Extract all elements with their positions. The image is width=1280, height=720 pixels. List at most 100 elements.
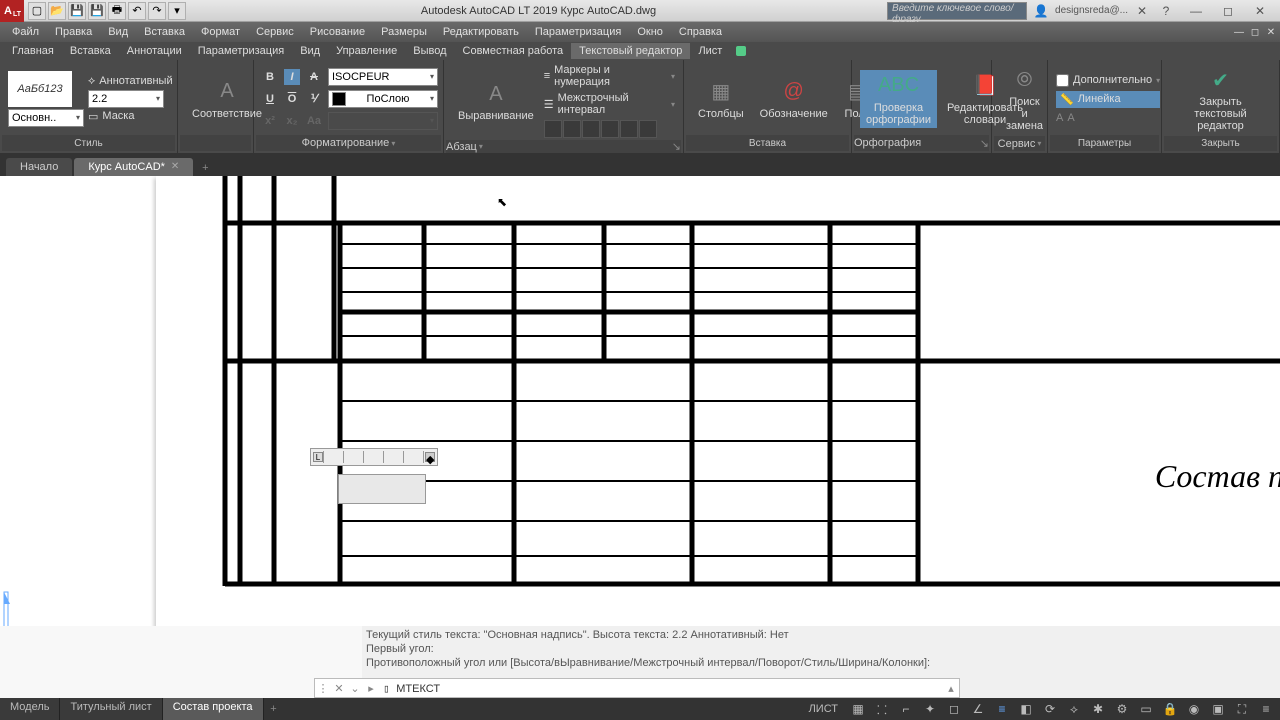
gear-icon[interactable]: ⚙: [1112, 700, 1132, 718]
cleanscreen-icon[interactable]: ⛶: [1232, 700, 1252, 718]
font-a-button[interactable]: A: [306, 69, 322, 85]
tab-addon-icon[interactable]: [736, 46, 746, 56]
annovis-icon[interactable]: ✱: [1088, 700, 1108, 718]
columns-button[interactable]: ▦Столбцы: [692, 76, 750, 122]
oblique-combo[interactable]: ▾: [328, 112, 438, 130]
linespacing-button[interactable]: ☰Межстрочный интервал▾: [544, 92, 675, 116]
tab-view[interactable]: Вид: [292, 43, 328, 59]
annotative-toggle[interactable]: ⟡Аннотативный: [88, 75, 173, 88]
tab-manage[interactable]: Управление: [328, 43, 405, 59]
hardware-icon[interactable]: ▣: [1208, 700, 1228, 718]
bullets-button[interactable]: ≡Маркеры и нумерация▾: [544, 64, 675, 88]
underline-button[interactable]: U: [262, 91, 278, 107]
tab-param[interactable]: Параметризация: [190, 43, 292, 59]
menu-edit[interactable]: Правка: [47, 24, 100, 40]
cmd-handle-icon[interactable]: ⋮: [315, 680, 331, 696]
doc-close-button[interactable]: ✕: [1264, 25, 1278, 39]
tab-output[interactable]: Вывод: [405, 43, 454, 59]
cmd-close-icon[interactable]: ✕: [331, 680, 347, 696]
file-tab-add-button[interactable]: +: [195, 160, 215, 176]
scale-icon[interactable]: ▭: [1136, 700, 1156, 718]
menu-format[interactable]: Формат: [193, 24, 248, 40]
layout-tab-composition[interactable]: Состав проекта: [163, 698, 264, 720]
minimize-button[interactable]: —: [1186, 3, 1206, 19]
app-logo[interactable]: ALT: [0, 0, 24, 22]
annoscale-icon[interactable]: ⟡: [1064, 700, 1084, 718]
tab-texteditor[interactable]: Текстовый редактор: [571, 43, 690, 59]
otrack-icon[interactable]: ∠: [968, 700, 988, 718]
command-line[interactable]: ⋮ ✕ ⌄ ▸ ▯ МТЕКСТ ▴: [314, 678, 960, 698]
doc-max-button[interactable]: ◻: [1248, 25, 1262, 39]
custom-icon[interactable]: ≡: [1256, 700, 1276, 718]
grid-icon[interactable]: ▦: [848, 700, 868, 718]
user-label[interactable]: designsreda@...: [1055, 5, 1128, 16]
spellcheck-button[interactable]: ABCПроверка орфографии: [860, 70, 937, 128]
align-full-button[interactable]: [639, 120, 657, 138]
isolate-icon[interactable]: ◉: [1184, 700, 1204, 718]
find-button[interactable]: ⦾Поиск и замена: [1000, 64, 1049, 134]
mtext-ruler[interactable]: L ◆: [310, 448, 438, 466]
panel-format-title[interactable]: Форматирование ▾: [256, 135, 441, 151]
cycling-icon[interactable]: ⟳: [1040, 700, 1060, 718]
help-icon[interactable]: ?: [1156, 3, 1176, 19]
menu-view[interactable]: Вид: [100, 24, 136, 40]
align-dist-button[interactable]: [620, 120, 638, 138]
qat-save-icon[interactable]: 💾: [68, 2, 86, 20]
layout-add-button[interactable]: +: [264, 698, 284, 720]
doc-min-button[interactable]: —: [1232, 25, 1246, 39]
qat-undo-icon[interactable]: ↶: [128, 2, 146, 20]
qat-open-icon[interactable]: 📂: [48, 2, 66, 20]
tab-home[interactable]: Главная: [4, 43, 62, 59]
menu-draw[interactable]: Рисование: [302, 24, 373, 40]
file-tab-start[interactable]: Начало: [6, 158, 72, 176]
cmd-input[interactable]: ▯ МТЕКСТ: [379, 682, 943, 695]
case-button[interactable]: Aa: [306, 113, 322, 129]
ortho-icon[interactable]: ⌐: [896, 700, 916, 718]
lineweight-icon[interactable]: ≡: [992, 700, 1012, 718]
textstyle-combo[interactable]: Основн..▾: [8, 109, 84, 127]
qat-saveas-icon[interactable]: 💾: [88, 2, 106, 20]
qat-redo-icon[interactable]: ↷: [148, 2, 166, 20]
canvas[interactable]: Состав пр L ◆ ⬉: [0, 176, 1280, 642]
tab-collab[interactable]: Совместная работа: [455, 43, 572, 59]
file-tab-drawing[interactable]: Курс AutoCAD*✕: [74, 158, 193, 176]
align-left-button[interactable]: [544, 120, 562, 138]
maximize-button[interactable]: ◻: [1218, 3, 1238, 19]
menu-help[interactable]: Справка: [671, 24, 730, 40]
transparency-icon[interactable]: ◧: [1016, 700, 1036, 718]
help-search-input[interactable]: Введите ключевое слово/фразу: [887, 2, 1027, 20]
super-button[interactable]: x²: [262, 113, 278, 129]
snap-icon[interactable]: ⸬: [872, 700, 892, 718]
font-combo[interactable]: ISOCPEUR▾: [328, 68, 438, 86]
mtext-edit-box[interactable]: [338, 474, 426, 504]
menu-param[interactable]: Параметризация: [527, 24, 629, 40]
more-checkbox[interactable]: [1056, 74, 1069, 87]
layout-tab-title[interactable]: Титульный лист: [60, 698, 162, 720]
qat-new-icon[interactable]: ▢: [28, 2, 46, 20]
align-center-button[interactable]: [563, 120, 581, 138]
close-editor-button[interactable]: ✔Закрыть текстовый редактор: [1170, 64, 1271, 134]
lock-icon[interactable]: 🔒: [1160, 700, 1180, 718]
more-button[interactable]: Дополнительно▾: [1056, 74, 1160, 87]
layout-tab-model[interactable]: Модель: [0, 698, 60, 720]
menu-insert[interactable]: Вставка: [136, 24, 193, 40]
file-tab-close-icon[interactable]: ✕: [171, 161, 179, 173]
qat-plot-icon[interactable]: 🖶: [108, 2, 126, 20]
mtext-tab-icon[interactable]: L: [313, 452, 323, 462]
align-right-button[interactable]: [582, 120, 600, 138]
menu-dim[interactable]: Размеры: [373, 24, 435, 40]
symbol-button[interactable]: @Обозначение: [754, 76, 834, 122]
menu-file[interactable]: Файл: [4, 24, 47, 40]
panel-paragraph-title[interactable]: Абзац ▾↘: [446, 140, 681, 153]
space-label[interactable]: ЛИСТ: [803, 703, 844, 715]
align-justify-button[interactable]: [601, 120, 619, 138]
tab-insert[interactable]: Вставка: [62, 43, 119, 59]
ruler-toggle[interactable]: 📏Линейка: [1056, 91, 1160, 108]
qat-dropdown-icon[interactable]: ▾: [168, 2, 186, 20]
tab-layout[interactable]: Лист: [690, 43, 730, 59]
textstyle-preview[interactable]: АаБб123: [8, 71, 72, 107]
color-combo[interactable]: ПоСлою▾: [328, 90, 438, 108]
close-button[interactable]: ✕: [1250, 3, 1270, 19]
text-height-combo[interactable]: 2.2▾: [88, 90, 164, 108]
polar-icon[interactable]: ✦: [920, 700, 940, 718]
